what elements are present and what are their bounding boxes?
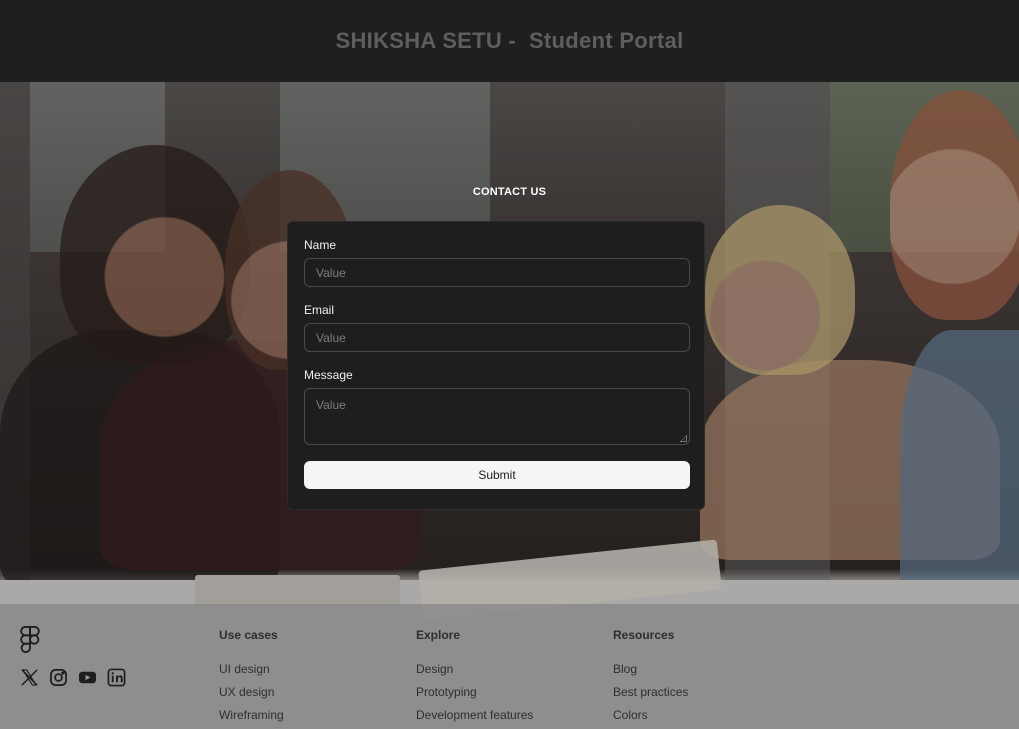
message-textarea-placeholder: Value <box>316 398 346 412</box>
site-footer: Use cases UI design UX design Wireframin… <box>0 604 1019 729</box>
footer-column-resources: Resources Blog Best practices Colors <box>613 628 688 729</box>
footer-link[interactable]: Blog <box>613 662 688 676</box>
instagram-icon[interactable] <box>49 668 68 687</box>
message-field-group: Message Value <box>304 368 690 445</box>
footer-column-use-cases: Use cases UI design UX design Wireframin… <box>219 628 284 729</box>
footer-column-title: Resources <box>613 628 675 642</box>
name-input-placeholder: Value <box>316 265 346 280</box>
email-input[interactable]: Value <box>304 323 690 352</box>
email-input-placeholder: Value <box>316 330 346 345</box>
contact-heading: CONTACT US <box>472 186 547 198</box>
email-label: Email <box>304 303 335 317</box>
footer-link[interactable]: Colors <box>613 708 688 722</box>
x-icon[interactable] <box>20 668 39 687</box>
figma-logo-icon[interactable] <box>20 626 40 659</box>
message-textarea[interactable]: Value <box>304 388 690 445</box>
page-title: SHIKSHA SETU - Student Portal <box>335 28 684 53</box>
footer-link[interactable]: Development features <box>416 708 533 722</box>
footer-link[interactable]: UI design <box>219 662 284 676</box>
site-header: SHIKSHA SETU - Student Portal <box>0 0 1019 82</box>
resize-handle-icon[interactable] <box>680 435 687 442</box>
email-field-group: Email Value <box>304 303 690 352</box>
message-label: Message <box>304 368 353 382</box>
footer-column-title: Use cases <box>219 628 278 642</box>
contact-form: Name Value Email Value Message Value Sub… <box>287 221 705 510</box>
name-label: Name <box>304 238 337 252</box>
footer-column-explore: Explore Design Prototyping Development f… <box>416 628 533 729</box>
footer-link[interactable]: Design <box>416 662 533 676</box>
youtube-icon[interactable] <box>78 668 97 687</box>
name-field-group: Name Value <box>304 238 690 287</box>
footer-column-title: Explore <box>416 628 461 642</box>
footer-link[interactable]: Best practices <box>613 685 688 699</box>
name-input[interactable]: Value <box>304 258 690 287</box>
footer-link[interactable]: Prototyping <box>416 685 533 699</box>
linkedin-icon[interactable] <box>107 668 126 687</box>
social-links <box>20 668 126 687</box>
footer-link[interactable]: Wireframing <box>219 708 284 722</box>
submit-button[interactable]: Submit <box>304 461 690 489</box>
footer-link[interactable]: UX design <box>219 685 284 699</box>
